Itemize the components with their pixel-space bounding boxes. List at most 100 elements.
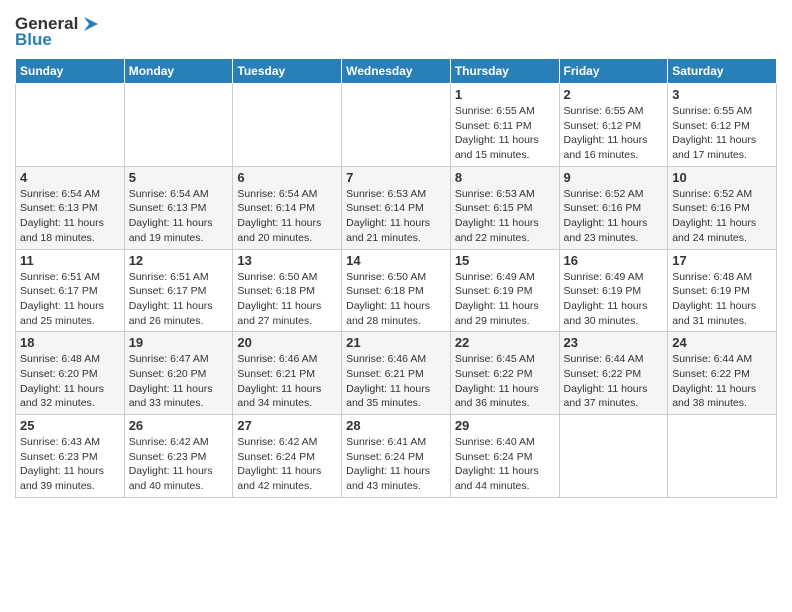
day-info: Sunrise: 6:55 AM Sunset: 6:11 PM Dayligh… [455,104,555,163]
day-number: 4 [20,170,120,185]
calendar-week-row: 1 Sunrise: 6:55 AM Sunset: 6:11 PM Daylig… [16,84,777,167]
day-info: Sunrise: 6:54 AM Sunset: 6:13 PM Dayligh… [129,187,229,246]
day-info: Sunrise: 6:43 AM Sunset: 6:23 PM Dayligh… [20,435,120,494]
calendar-cell: 14 Sunrise: 6:50 AM Sunset: 6:18 PM Dayli… [342,249,451,332]
calendar-cell: 22 Sunrise: 6:45 AM Sunset: 6:22 PM Dayli… [450,332,559,415]
calendar-cell [342,84,451,167]
calendar-cell: 28 Sunrise: 6:41 AM Sunset: 6:24 PM Dayli… [342,415,451,498]
day-number: 18 [20,335,120,350]
calendar-cell: 18 Sunrise: 6:48 AM Sunset: 6:20 PM Dayli… [16,332,125,415]
day-info: Sunrise: 6:41 AM Sunset: 6:24 PM Dayligh… [346,435,446,494]
calendar-cell [233,84,342,167]
calendar-cell: 2 Sunrise: 6:55 AM Sunset: 6:12 PM Daylig… [559,84,668,167]
calendar-week-row: 4 Sunrise: 6:54 AM Sunset: 6:13 PM Daylig… [16,166,777,249]
calendar-cell: 24Sunrise: 6:44 AM Sunset: 6:22 PM Dayli… [668,332,777,415]
day-info: Sunrise: 6:40 AM Sunset: 6:24 PM Dayligh… [455,435,555,494]
day-number: 27 [237,418,337,433]
days-of-week-row: SundayMondayTuesdayWednesdayThursdayFrid… [16,59,777,84]
day-info: Sunrise: 6:54 AM Sunset: 6:13 PM Dayligh… [20,187,120,246]
calendar-cell [668,415,777,498]
day-info: Sunrise: 6:53 AM Sunset: 6:15 PM Dayligh… [455,187,555,246]
logo: General Blue [15,14,98,50]
day-number: 25 [20,418,120,433]
calendar-cell: 25 Sunrise: 6:43 AM Sunset: 6:23 PM Dayli… [16,415,125,498]
day-of-week-header: Tuesday [233,59,342,84]
day-number: 12 [129,253,229,268]
calendar-cell: 9 Sunrise: 6:52 AM Sunset: 6:16 PM Daylig… [559,166,668,249]
day-info: Sunrise: 6:53 AM Sunset: 6:14 PM Dayligh… [346,187,446,246]
calendar-cell: 20 Sunrise: 6:46 AM Sunset: 6:21 PM Dayli… [233,332,342,415]
day-number: 29 [455,418,555,433]
day-of-week-header: Saturday [668,59,777,84]
day-number: 28 [346,418,446,433]
day-info: Sunrise: 6:42 AM Sunset: 6:23 PM Dayligh… [129,435,229,494]
calendar-cell: 7 Sunrise: 6:53 AM Sunset: 6:14 PM Daylig… [342,166,451,249]
calendar: SundayMondayTuesdayWednesdayThursdayFrid… [15,58,777,498]
day-info: Sunrise: 6:48 AM Sunset: 6:19 PM Dayligh… [672,270,772,329]
day-number: 13 [237,253,337,268]
page-header: General Blue [15,10,777,50]
calendar-cell: 6 Sunrise: 6:54 AM Sunset: 6:14 PM Daylig… [233,166,342,249]
day-number: 21 [346,335,446,350]
logo-blue-text: Blue [15,30,52,50]
day-number: 19 [129,335,229,350]
calendar-cell: 10Sunrise: 6:52 AM Sunset: 6:16 PM Dayli… [668,166,777,249]
calendar-cell: 11 Sunrise: 6:51 AM Sunset: 6:17 PM Dayli… [16,249,125,332]
day-number: 9 [564,170,664,185]
day-number: 14 [346,253,446,268]
calendar-cell: 27 Sunrise: 6:42 AM Sunset: 6:24 PM Dayli… [233,415,342,498]
calendar-cell [559,415,668,498]
calendar-cell: 13 Sunrise: 6:50 AM Sunset: 6:18 PM Dayli… [233,249,342,332]
calendar-cell: 4 Sunrise: 6:54 AM Sunset: 6:13 PM Daylig… [16,166,125,249]
day-info: Sunrise: 6:49 AM Sunset: 6:19 PM Dayligh… [564,270,664,329]
day-info: Sunrise: 6:44 AM Sunset: 6:22 PM Dayligh… [564,352,664,411]
day-info: Sunrise: 6:50 AM Sunset: 6:18 PM Dayligh… [237,270,337,329]
day-number: 5 [129,170,229,185]
day-info: Sunrise: 6:51 AM Sunset: 6:17 PM Dayligh… [129,270,229,329]
calendar-cell [124,84,233,167]
day-number: 8 [455,170,555,185]
day-number: 23 [564,335,664,350]
day-info: Sunrise: 6:49 AM Sunset: 6:19 PM Dayligh… [455,270,555,329]
logo-arrow-icon [80,15,98,33]
calendar-cell: 19 Sunrise: 6:47 AM Sunset: 6:20 PM Dayli… [124,332,233,415]
day-info: Sunrise: 6:45 AM Sunset: 6:22 PM Dayligh… [455,352,555,411]
day-of-week-header: Friday [559,59,668,84]
calendar-week-row: 11 Sunrise: 6:51 AM Sunset: 6:17 PM Dayli… [16,249,777,332]
day-info: Sunrise: 6:52 AM Sunset: 6:16 PM Dayligh… [564,187,664,246]
day-number: 1 [455,87,555,102]
calendar-cell: 16Sunrise: 6:49 AM Sunset: 6:19 PM Dayli… [559,249,668,332]
calendar-cell: 21Sunrise: 6:46 AM Sunset: 6:21 PM Dayli… [342,332,451,415]
calendar-week-row: 25 Sunrise: 6:43 AM Sunset: 6:23 PM Dayli… [16,415,777,498]
day-number: 26 [129,418,229,433]
day-number: 20 [237,335,337,350]
calendar-cell: 15Sunrise: 6:49 AM Sunset: 6:19 PM Dayli… [450,249,559,332]
day-info: Sunrise: 6:54 AM Sunset: 6:14 PM Dayligh… [237,187,337,246]
day-number: 6 [237,170,337,185]
day-number: 2 [564,87,664,102]
day-info: Sunrise: 6:52 AM Sunset: 6:16 PM Dayligh… [672,187,772,246]
day-info: Sunrise: 6:51 AM Sunset: 6:17 PM Dayligh… [20,270,120,329]
day-of-week-header: Monday [124,59,233,84]
day-of-week-header: Sunday [16,59,125,84]
day-info: Sunrise: 6:46 AM Sunset: 6:21 PM Dayligh… [237,352,337,411]
calendar-cell: 26 Sunrise: 6:42 AM Sunset: 6:23 PM Dayli… [124,415,233,498]
day-info: Sunrise: 6:48 AM Sunset: 6:20 PM Dayligh… [20,352,120,411]
day-info: Sunrise: 6:47 AM Sunset: 6:20 PM Dayligh… [129,352,229,411]
day-info: Sunrise: 6:50 AM Sunset: 6:18 PM Dayligh… [346,270,446,329]
calendar-cell [16,84,125,167]
calendar-cell: 23 Sunrise: 6:44 AM Sunset: 6:22 PM Dayli… [559,332,668,415]
day-number: 3 [672,87,772,102]
day-number: 17 [672,253,772,268]
day-info: Sunrise: 6:55 AM Sunset: 6:12 PM Dayligh… [564,104,664,163]
day-info: Sunrise: 6:55 AM Sunset: 6:12 PM Dayligh… [672,104,772,163]
calendar-cell: 5 Sunrise: 6:54 AM Sunset: 6:13 PM Daylig… [124,166,233,249]
day-number: 7 [346,170,446,185]
day-info: Sunrise: 6:42 AM Sunset: 6:24 PM Dayligh… [237,435,337,494]
day-number: 22 [455,335,555,350]
calendar-cell: 17 Sunrise: 6:48 AM Sunset: 6:19 PM Dayli… [668,249,777,332]
calendar-cell: 3 Sunrise: 6:55 AM Sunset: 6:12 PM Daylig… [668,84,777,167]
calendar-header: SundayMondayTuesdayWednesdayThursdayFrid… [16,59,777,84]
calendar-cell: 1 Sunrise: 6:55 AM Sunset: 6:11 PM Daylig… [450,84,559,167]
day-number: 11 [20,253,120,268]
